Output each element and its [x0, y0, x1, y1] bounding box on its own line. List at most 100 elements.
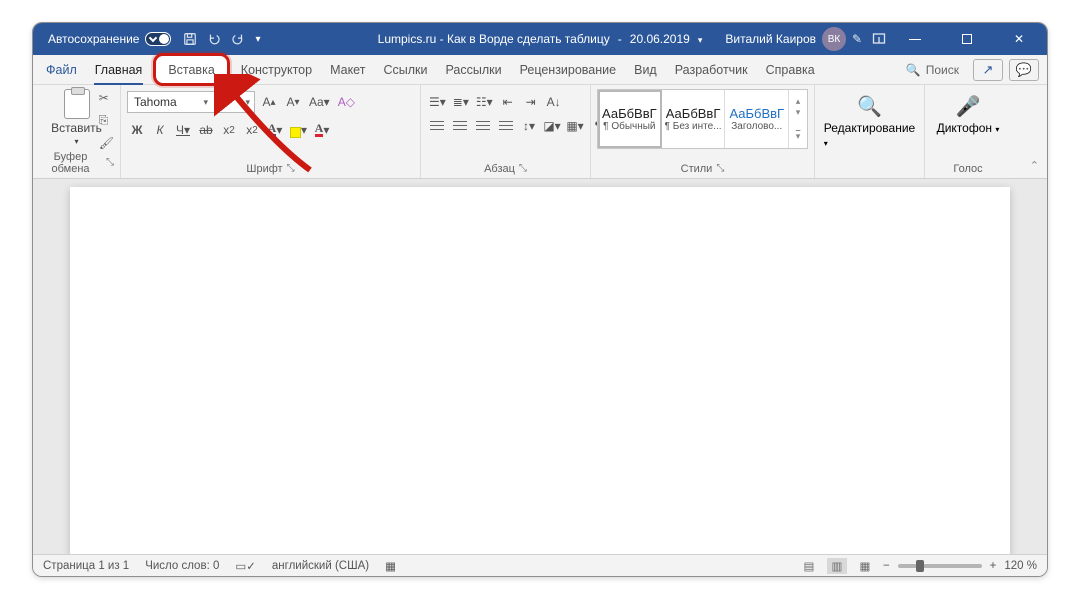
comments-button[interactable]: 💬: [1009, 59, 1039, 81]
line-spacing-icon[interactable]: ↕▾: [519, 115, 539, 137]
group-styles: АаБбВвГ ¶ Обычный АаБбВвГ ¶ Без инте... …: [591, 85, 815, 178]
tab-file[interactable]: Файл: [37, 55, 86, 84]
numbering-icon[interactable]: ≣▾: [451, 91, 471, 113]
proofing-icon[interactable]: ▭✓: [235, 559, 256, 573]
align-left-icon[interactable]: [427, 115, 447, 137]
page[interactable]: [70, 187, 1010, 554]
subscript-button[interactable]: x2: [219, 119, 239, 141]
zoom-out-button[interactable]: −: [883, 560, 890, 572]
group-label: Шрифт: [246, 163, 282, 175]
view-print-icon[interactable]: ▥: [827, 558, 847, 574]
tab-home[interactable]: Главная: [86, 55, 152, 84]
tab-layout[interactable]: Макет: [321, 55, 374, 84]
undo-icon[interactable]: [207, 32, 221, 46]
underline-button[interactable]: Ч▾: [173, 119, 193, 141]
clear-format-icon[interactable]: A◇: [336, 91, 357, 113]
styles-more-button[interactable]: ▴▾▾: [789, 90, 807, 148]
avatar[interactable]: ВК: [822, 27, 846, 51]
minimize-button[interactable]: [892, 23, 938, 55]
view-web-icon[interactable]: ▦: [855, 558, 875, 574]
document-canvas[interactable]: [33, 179, 1047, 554]
bold-button[interactable]: Ж: [127, 119, 147, 141]
italic-button[interactable]: К: [150, 119, 170, 141]
justify-icon[interactable]: [496, 115, 516, 137]
share-button[interactable]: ↗: [973, 59, 1003, 81]
qat-customize-icon[interactable]: ▾: [255, 34, 260, 45]
multilevel-icon[interactable]: ☷▾: [474, 91, 495, 113]
increase-indent-icon[interactable]: ⇥: [521, 91, 541, 113]
shading-icon[interactable]: ◪▾: [542, 115, 562, 137]
paste-icon: [64, 89, 90, 119]
increase-font-icon[interactable]: A▴: [259, 91, 279, 113]
ribbon-display-icon[interactable]: [872, 32, 886, 46]
search-box[interactable]: 🔍 Поиск: [898, 63, 967, 77]
dialog-launcher-icon[interactable]: ⤡: [716, 163, 724, 174]
status-lang[interactable]: английский (США): [272, 560, 369, 572]
status-bar: Страница 1 из 1 Число слов: 0 ▭✓ английс…: [33, 554, 1047, 576]
cut-icon[interactable]: ✂: [99, 91, 114, 105]
pen-icon[interactable]: ✎: [852, 32, 866, 46]
align-right-icon[interactable]: [473, 115, 493, 137]
bullets-icon[interactable]: ☰▾: [427, 91, 448, 113]
redo-icon[interactable]: [231, 32, 245, 46]
ribbon-tabs: Файл Главная Вставка Конструктор Макет С…: [33, 55, 1047, 85]
dialog-launcher-icon[interactable]: ⤡: [106, 157, 114, 168]
view-read-icon[interactable]: ▤: [799, 558, 819, 574]
zoom-slider[interactable]: [898, 564, 982, 568]
tab-review[interactable]: Рецензирование: [511, 55, 626, 84]
search-icon: 🔍: [906, 63, 921, 77]
group-label: Абзац: [484, 163, 515, 175]
tab-developer[interactable]: Разработчик: [666, 55, 757, 84]
group-voice: 🎤 Диктофон ▾ Голос: [925, 85, 1011, 178]
macro-icon[interactable]: ▦: [385, 559, 396, 573]
highlight-button[interactable]: ▾: [288, 119, 309, 141]
group-label: Буфер обмена: [39, 151, 102, 175]
user-name: Виталий Каиров: [725, 32, 816, 46]
dialog-launcher-icon[interactable]: ⤡: [287, 163, 295, 174]
tab-insert[interactable]: Вставка: [153, 53, 229, 86]
group-clipboard: Вставить ▾ ✂ ⎘ 🖌 Буфер обмена⤡: [33, 85, 121, 178]
change-case-icon[interactable]: Aa▾: [307, 91, 332, 113]
group-font: Tahoma▾ ▾ A▴ A▾ Aa▾ A◇ Ж К Ч▾ ab x2 x2 A…: [121, 85, 421, 178]
style-heading1[interactable]: АаБбВвГ Заголово...: [725, 90, 789, 148]
find-icon[interactable]: 🔍: [857, 91, 882, 121]
font-color-button[interactable]: A▾: [312, 119, 332, 141]
zoom-in-button[interactable]: +: [990, 560, 997, 572]
ribbon: Вставить ▾ ✂ ⎘ 🖌 Буфер обмена⤡ Tahoma▾ ▾…: [33, 85, 1047, 179]
editing-button[interactable]: Редактирование ▾: [824, 121, 915, 149]
copy-icon[interactable]: ⎘: [99, 113, 114, 128]
title-bar: Автосохранение ▾ Lumpics.ru - Как в Ворд…: [33, 23, 1047, 55]
mic-icon[interactable]: 🎤: [956, 91, 981, 121]
decrease-font-icon[interactable]: A▾: [283, 91, 303, 113]
save-icon[interactable]: [183, 32, 197, 46]
status-words[interactable]: Число слов: 0: [145, 560, 219, 572]
font-name-select[interactable]: Tahoma▾: [127, 91, 215, 113]
borders-icon[interactable]: ▦▾: [565, 115, 585, 137]
tab-mailings[interactable]: Рассылки: [436, 55, 510, 84]
font-size-select[interactable]: ▾: [219, 91, 255, 113]
decrease-indent-icon[interactable]: ⇤: [498, 91, 518, 113]
group-label: Голос: [953, 163, 982, 175]
word-window: Автосохранение ▾ Lumpics.ru - Как в Ворд…: [32, 22, 1048, 577]
status-page[interactable]: Страница 1 из 1: [43, 560, 129, 572]
sort-icon[interactable]: A↓: [544, 91, 564, 113]
collapse-ribbon-icon[interactable]: ⌃: [1030, 159, 1039, 172]
autosave-toggle[interactable]: [145, 32, 171, 46]
style-normal[interactable]: АаБбВвГ ¶ Обычный: [598, 90, 662, 148]
style-nospacing[interactable]: АаБбВвГ ¶ Без инте...: [662, 90, 726, 148]
maximize-button[interactable]: [944, 23, 990, 55]
text-effects-button[interactable]: A▾: [265, 119, 285, 141]
dictate-button[interactable]: Диктофон ▾: [937, 121, 1000, 135]
superscript-button[interactable]: x2: [242, 119, 262, 141]
tab-references[interactable]: Ссылки: [374, 55, 436, 84]
close-button[interactable]: [996, 23, 1042, 55]
dialog-launcher-icon[interactable]: ⤡: [519, 163, 527, 174]
tab-help[interactable]: Справка: [757, 55, 824, 84]
align-center-icon[interactable]: [450, 115, 470, 137]
zoom-value[interactable]: 120 %: [1004, 560, 1037, 572]
format-painter-icon[interactable]: 🖌: [99, 136, 114, 150]
tab-design[interactable]: Конструктор: [232, 55, 321, 84]
strike-button[interactable]: ab: [196, 119, 216, 141]
tab-view[interactable]: Вид: [625, 55, 666, 84]
group-label: Стили: [681, 163, 713, 175]
